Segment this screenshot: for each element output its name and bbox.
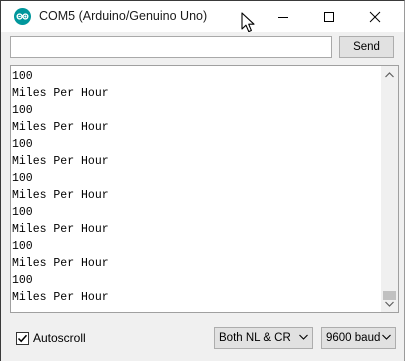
output-line: Miles Per Hour — [12, 121, 109, 134]
maximize-button[interactable] — [306, 1, 352, 32]
minimize-button[interactable] — [260, 1, 306, 32]
baud-rate-select[interactable]: 9600 baud — [321, 327, 396, 349]
autoscroll-checkbox[interactable] — [16, 331, 29, 345]
autoscroll-label: Autoscroll — [33, 331, 86, 345]
title-bar[interactable]: COM5 (Arduino/Genuino Uno) — [1, 1, 404, 34]
line-ending-value: Both NL & CR — [219, 332, 291, 344]
mouse-pointer-icon — [241, 12, 258, 34]
baud-rate-value: 9600 baud — [326, 332, 381, 344]
send-bar: Send — [1, 32, 404, 65]
send-button[interactable]: Send — [339, 36, 394, 58]
arduino-icon — [14, 8, 31, 25]
line-ending-select[interactable]: Both NL & CR — [214, 327, 313, 349]
chevron-down-icon — [385, 301, 394, 307]
chevron-down-icon — [299, 334, 308, 340]
status-bar: Autoscroll Both NL & CR 9600 baud — [1, 313, 404, 361]
scroll-up-button[interactable] — [381, 66, 398, 83]
output-line: Miles Per Hour — [12, 189, 109, 202]
close-icon — [369, 11, 381, 22]
output-line: 100 — [12, 274, 33, 287]
serial-monitor-window: COM5 (Arduino/Genuino Uno) Send 100 Mile… — [0, 0, 405, 361]
scroll-down-button[interactable] — [381, 295, 398, 312]
output-line: 100 — [12, 104, 33, 117]
send-input[interactable] — [10, 36, 332, 58]
serial-output-text: 100 Miles Per Hour 100 Miles Per Hour 10… — [12, 68, 380, 306]
output-line: Miles Per Hour — [12, 257, 109, 270]
output-line: 100 — [12, 172, 33, 185]
output-line: Miles Per Hour — [12, 87, 109, 100]
output-line: 100 — [12, 70, 33, 83]
chevron-up-icon — [385, 71, 394, 77]
output-line: 100 — [12, 206, 33, 219]
checkmark-icon — [17, 334, 28, 342]
window-title: COM5 (Arduino/Genuino Uno) — [39, 9, 208, 23]
chevron-down-icon — [382, 334, 391, 340]
vertical-scrollbar[interactable] — [381, 66, 398, 312]
close-button[interactable] — [352, 1, 398, 32]
maximize-icon — [324, 11, 334, 22]
autoscroll-toggle[interactable]: Autoscroll — [16, 330, 86, 346]
serial-output-area[interactable]: 100 Miles Per Hour 100 Miles Per Hour 10… — [10, 65, 399, 313]
output-line: 100 — [12, 240, 33, 253]
output-line: 100 — [12, 138, 33, 151]
output-line: Miles Per Hour — [12, 155, 109, 168]
output-line: Miles Per Hour — [12, 223, 109, 236]
output-line: Miles Per Hour — [12, 291, 109, 304]
minimize-icon — [278, 16, 288, 18]
